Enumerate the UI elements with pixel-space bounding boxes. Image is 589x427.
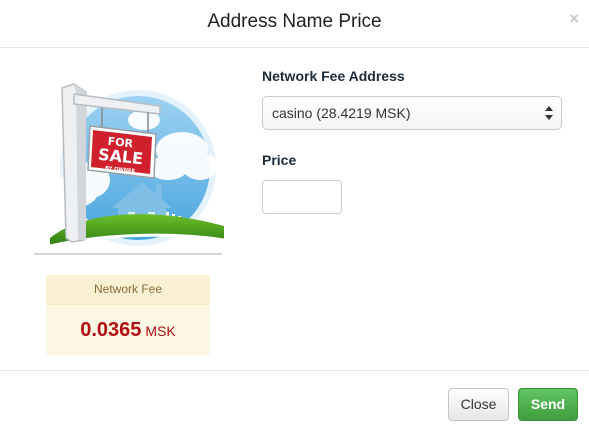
for-sale-sign: FOR SALE BY OWNER (87, 125, 157, 179)
network-fee-value: 0.0365 (80, 319, 142, 341)
network-fee-panel: Network Fee 0.0365 MSK (46, 275, 210, 355)
close-icon[interactable]: × (569, 9, 579, 29)
for-sale-sign-illustration: FOR SALE BY OWNER (34, 83, 224, 255)
network-fee-unit: MSK (145, 323, 176, 339)
fee-address-label: Network Fee Address (262, 68, 405, 84)
modal-footer: Close Send (0, 370, 589, 427)
fee-address-select[interactable]: casino (28.4219 MSK) (262, 96, 562, 130)
send-button[interactable]: Send (518, 388, 578, 421)
network-fee-heading: Network Fee (46, 275, 210, 305)
price-label: Price (262, 152, 297, 168)
fee-address-selected-value: casino (28.4219 MSK) (272, 105, 411, 121)
select-updown-icon (545, 106, 553, 120)
modal-title: Address Name Price (207, 11, 382, 32)
price-input[interactable] (262, 180, 342, 214)
close-button[interactable]: Close (448, 388, 509, 421)
modal-header: Address Name Price × (0, 0, 589, 48)
